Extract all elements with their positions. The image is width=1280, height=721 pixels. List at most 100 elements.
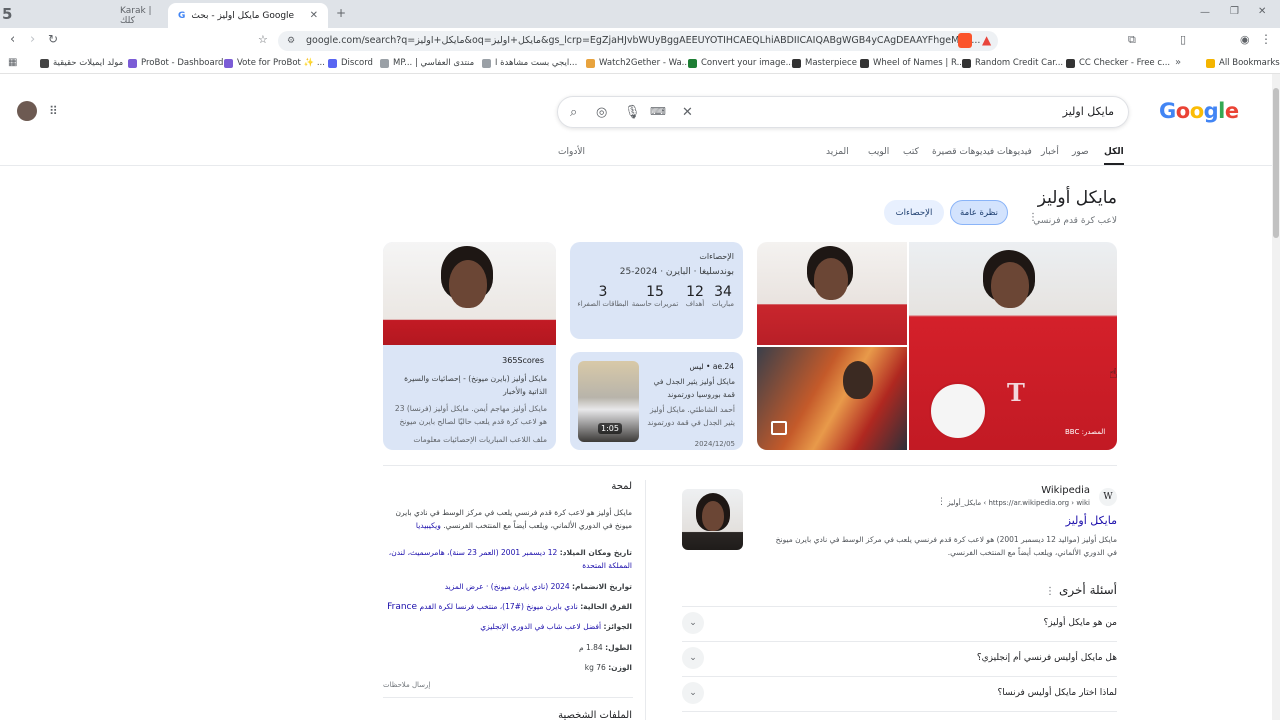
tab-more[interactable]: المزيد [826, 147, 849, 157]
bookmark-item[interactable]: Masterpiece [792, 58, 857, 68]
wiki-thumbnail[interactable] [682, 489, 743, 550]
sidebar-icon[interactable]: ▯ [1180, 33, 1186, 46]
gallery-icon[interactable] [771, 421, 787, 435]
bookmark-item[interactable]: مولد ايميلات حقيقية [40, 58, 123, 68]
team-row: الفرق الحالية: نادي بايرن ميونخ (#17)، م… [387, 602, 632, 612]
chip-stats[interactable]: الإحصاءات [884, 200, 944, 225]
feedback-link[interactable]: إرسال ملاحظات [383, 679, 430, 692]
tab-videos[interactable]: فيديوهات [997, 147, 1032, 157]
overview-description: مايكل أوليز هو لاعب كرة قدم فرنسي يلعب ف… [395, 508, 632, 530]
tab-shorts[interactable]: فيديوهات قصيرة [932, 147, 994, 157]
faq-item[interactable]: من هو مايكل أوليز؟ ⌄ [682, 606, 1117, 640]
voice-search-icon[interactable]: 🎙 [624, 105, 641, 120]
site-info-icon[interactable]: ⚙ [287, 31, 295, 51]
bookmarks-overflow-icon[interactable]: » [1175, 57, 1181, 68]
player-photo-action[interactable] [757, 347, 907, 450]
all-bookmarks[interactable]: All Bookmarks [1206, 58, 1280, 68]
address-bar[interactable]: ⚙ google.com/search?q=مايكل+اوليز&oq=ماي… [278, 31, 998, 51]
wiki-site-name: Wikipedia [1041, 485, 1090, 496]
chevron-down-icon[interactable]: ⌄ [682, 612, 704, 634]
apps-grid-icon[interactable]: ▦ [8, 57, 17, 68]
chevron-down-icon[interactable]: ⌄ [682, 647, 704, 669]
wikipedia-link[interactable]: ويكيبيديا [416, 521, 441, 530]
close-window-button[interactable]: ✕ [1258, 6, 1266, 17]
chip-overview[interactable]: نظرة عامة [950, 200, 1008, 225]
lens-icon[interactable]: ◎ [596, 105, 607, 120]
wiki-more-icon[interactable]: ⋮ [937, 497, 946, 507]
tab-images[interactable]: صور [1072, 147, 1089, 157]
minimize-button[interactable]: — [1200, 7, 1210, 18]
brave-rewards-icon[interactable]: ▲ [982, 33, 996, 48]
award-row: الجوائز: أفضل لاعب شاب في الدوري الإنجلي… [480, 622, 632, 631]
faq-bottom-divider [682, 711, 1117, 712]
tab-karak[interactable]: Karak | كلك [110, 3, 166, 28]
tab-title: Karak | كلك [120, 5, 152, 26]
bookmark-item[interactable]: ايجي بست مشاهدة ا... [482, 58, 577, 68]
forward-icon[interactable]: › [30, 32, 35, 47]
bookmark-item[interactable]: Watch2Gether - Wa... [586, 58, 690, 68]
user-avatar[interactable] [17, 101, 37, 121]
faq-item[interactable]: هل مايكل أوليس فرنسي أم إنجليزي؟ ⌄ [682, 641, 1117, 675]
tab-books[interactable]: كتب [903, 147, 919, 157]
player-photo-main[interactable]: T المصدر: BBC [909, 242, 1117, 450]
stats-card[interactable]: الإحصاءات بوندسليغا · البايرن · 2024-25 … [570, 242, 743, 339]
stat-matches: 34 مباريات [711, 284, 735, 308]
tab-google-search[interactable]: G مايكل اوليز - بحث Google ✕ [168, 3, 328, 28]
google-logo[interactable]: Google [1159, 99, 1239, 123]
news-card[interactable]: 1:05 24.ae • ليس مايكل أوليز يثير الجدل … [570, 352, 743, 450]
menu-icon[interactable]: ⋮ [1260, 32, 1272, 46]
tab-tools[interactable]: الأدوات [558, 147, 585, 157]
wiki-result-title[interactable]: مايكل أوليز [1066, 514, 1117, 527]
kp-title: مايكل أوليز [1037, 188, 1117, 208]
born-row: تاريخ ومكان الميلاد: 12 ديسمبر 2001 (الع… [388, 548, 632, 570]
news-headline[interactable]: مايكل أوليز يثير الجدل في قمة بوروسيا دو… [643, 375, 735, 403]
search-nav-tabs: الكل صور أخبار فيديوهات فيديوهات قصيرة ك… [0, 140, 1280, 166]
news-thumbnail[interactable]: 1:05 [578, 361, 639, 442]
kp-image-collage[interactable]: T المصدر: BBC [757, 242, 1117, 450]
kp-more-icon[interactable]: ⋮ [1028, 212, 1038, 223]
search-box[interactable]: مايكل اوليز ✕ ⌨ 🎙 ◎ ⌕ [557, 96, 1129, 128]
scores-line1[interactable]: مايكل أوليز (بايرن ميونخ) - إحصائيات وال… [392, 372, 547, 398]
news-source: 24.ae • ليس [689, 362, 734, 371]
reload-icon[interactable]: ↻ [48, 32, 58, 46]
faq-item[interactable]: لماذا اختار مايكل أوليس فرنسا؟ ⌄ [682, 676, 1117, 710]
profiles-heading: الملفات الشخصية [558, 710, 632, 721]
bookmark-item[interactable]: ProBot - Dashboard [128, 58, 223, 68]
new-tab-button[interactable]: + [336, 6, 346, 20]
bookmark-item[interactable]: Discord [328, 58, 373, 68]
bookmark-item[interactable]: Random Credit Car... [962, 58, 1063, 68]
browser-tab-strip: 5 Karak | كلك G مايكل اوليز - بحث Google… [0, 0, 1280, 28]
keyboard-icon[interactable]: ⌨ [650, 105, 666, 118]
search-icon[interactable]: ⌕ [570, 105, 577, 120]
tab-all[interactable]: الكل [1104, 147, 1124, 165]
bookmark-star-icon[interactable]: ☆ [258, 33, 268, 46]
faq-more-icon[interactable]: ⋮ [1045, 586, 1055, 597]
restore-button[interactable]: ❐ [1230, 6, 1239, 17]
search-input[interactable]: مايكل اوليز [1063, 105, 1114, 118]
bookmark-item[interactable]: CC Checker - Free c... [1066, 58, 1170, 68]
extensions-icon[interactable]: ⧉ [1128, 33, 1136, 47]
stat-goals: 12 أهداف [685, 284, 705, 308]
tab-news[interactable]: أخبار [1041, 147, 1059, 157]
scores-source: 365Scores [502, 356, 544, 365]
scores-player-photo[interactable] [383, 242, 556, 345]
bookmark-item[interactable]: Vote for ProBot ✨ ... [224, 58, 325, 68]
clear-search-icon[interactable]: ✕ [682, 105, 693, 120]
profile-icon[interactable]: ◉ [1240, 33, 1250, 46]
brave-shield-icon[interactable] [958, 33, 972, 48]
player-photo-portrait[interactable] [757, 242, 907, 345]
close-tab-icon[interactable]: ✕ [310, 10, 318, 21]
news-date: 2024/12/05 [694, 440, 735, 448]
tab-title: مايكل اوليز - بحث Google [191, 10, 295, 21]
chevron-down-icon[interactable]: ⌄ [682, 682, 704, 704]
bookmark-item[interactable]: Convert your image... [688, 58, 794, 68]
back-icon[interactable]: ‹ [10, 32, 15, 47]
address-bar-url: google.com/search?q=مايكل+اوليز&oq=مايكل… [306, 35, 981, 46]
bookmark-item[interactable]: Wheel of Names | R... [860, 58, 965, 68]
scrollbar-thumb[interactable] [1273, 88, 1279, 238]
scores-card[interactable]: 365Scores مايكل أوليز (بايرن ميونخ) - إح… [383, 242, 556, 450]
height-row: الطول: 1.84 م [578, 643, 632, 652]
google-apps-icon[interactable]: ⠿ [49, 104, 58, 118]
bookmark-item[interactable]: MP... | منتدى العفاسي [380, 58, 474, 68]
tab-web[interactable]: الويب [868, 147, 889, 157]
